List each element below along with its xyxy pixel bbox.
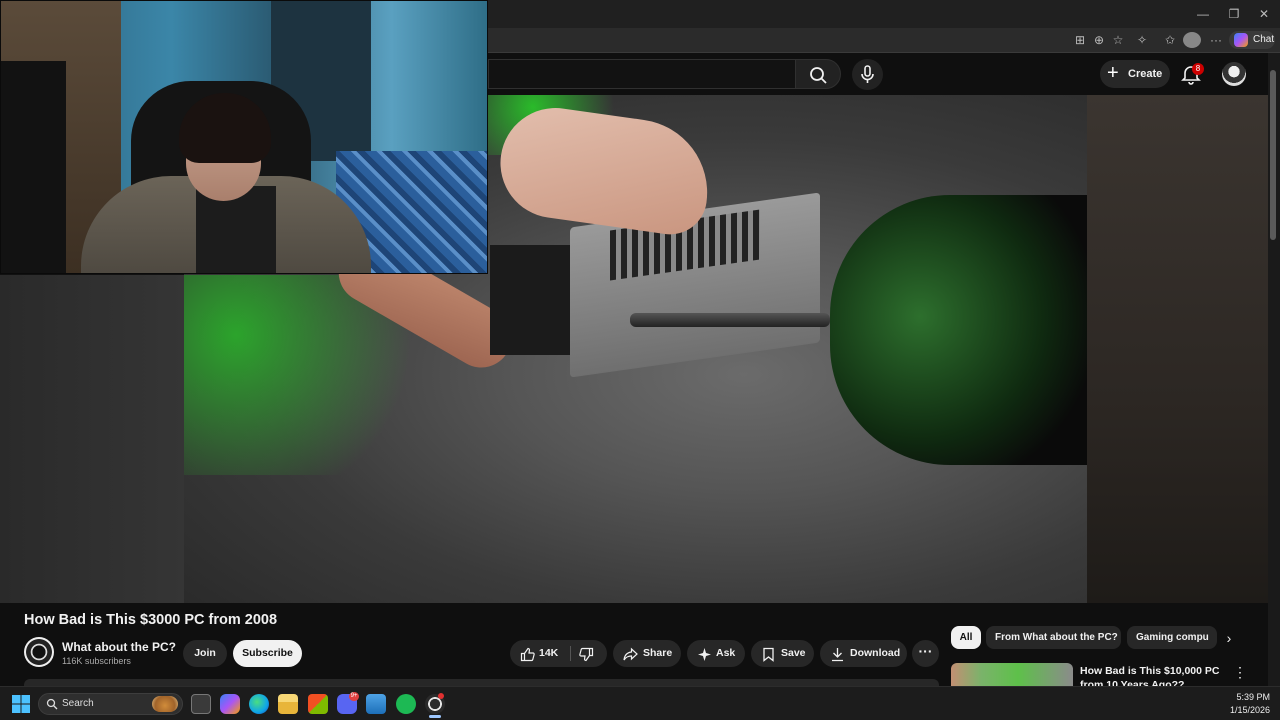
share-button[interactable]: Share: [613, 640, 681, 667]
copilot-icon[interactable]: [220, 694, 240, 714]
microphone-icon: [861, 65, 874, 83]
subscribe-button[interactable]: Subscribe: [233, 640, 302, 667]
copilot-logo-icon: [1234, 33, 1248, 47]
notification-count-badge: 8: [1192, 63, 1204, 75]
minimize-button[interactable]: —: [1188, 5, 1218, 23]
obs-recording-dot: [438, 693, 444, 699]
task-view-icon[interactable]: [191, 694, 211, 714]
plus-icon: +: [1107, 62, 1119, 84]
account-avatar[interactable]: [1222, 62, 1246, 86]
video-gpu-body: [490, 245, 580, 355]
chevron-right-icon[interactable]: ›: [1220, 628, 1238, 648]
sparkle-icon: [697, 646, 712, 661]
windows-logo-icon: [12, 695, 30, 713]
zoom-icon[interactable]: ⊕: [1090, 32, 1108, 48]
thumbs-up-icon: [520, 647, 535, 662]
edge-icon[interactable]: [249, 694, 269, 714]
search-icon: [810, 67, 827, 84]
favorites-icon[interactable]: ✩: [1161, 32, 1179, 48]
chip-gaming-computers[interactable]: Gaming compu: [1127, 626, 1217, 649]
app-available-icon[interactable]: ⊞: [1071, 32, 1089, 48]
subscriber-count: 116K subscribers: [62, 656, 131, 666]
active-app-indicator: [429, 715, 441, 718]
ask-button[interactable]: Ask: [687, 640, 745, 667]
video-drill-bit: [630, 313, 830, 327]
extensions-icon[interactable]: ✧: [1133, 32, 1151, 48]
photos-icon[interactable]: [366, 694, 386, 714]
channel-name[interactable]: What about the PC?: [62, 640, 176, 654]
share-label: Share: [643, 647, 673, 659]
save-button[interactable]: Save: [751, 640, 814, 667]
chip-from-channel[interactable]: From What about the PC?: [986, 626, 1121, 649]
video-blur-right: [1087, 95, 1268, 603]
search-highlight-image: [152, 696, 178, 712]
taskbar-search-icon: [46, 697, 58, 710]
search-input[interactable]: [488, 59, 796, 89]
discord-badge: 9+: [349, 692, 359, 701]
start-button[interactable]: [12, 695, 30, 713]
bookmark-icon: [761, 646, 776, 662]
dislike-button[interactable]: [579, 646, 594, 662]
settings-more-icon[interactable]: ···: [1207, 32, 1225, 48]
video-title: How Bad is This $3000 PC from 2008: [24, 612, 278, 628]
restore-button[interactable]: ❐: [1219, 5, 1249, 23]
recommended-video-menu-icon[interactable]: ⋮: [1233, 664, 1247, 682]
clock-time[interactable]: 5:39 PM: [1220, 692, 1270, 702]
webcam-speaker: [1, 61, 66, 273]
share-arrow-icon: [623, 646, 638, 661]
profile-icon[interactable]: [1183, 32, 1201, 48]
webcam-overlay: [0, 0, 488, 274]
chip-all[interactable]: All: [951, 626, 981, 649]
like-dislike-group: 14K: [510, 640, 607, 667]
video-drill: [830, 195, 1087, 465]
recommended-video-thumbnail[interactable]: [951, 663, 1073, 687]
channel-avatar[interactable]: [24, 637, 54, 667]
favorite-star-icon[interactable]: ☆: [1109, 32, 1127, 48]
thumbs-down-icon: [579, 647, 594, 662]
file-explorer-icon[interactable]: [278, 694, 298, 714]
spotify-icon[interactable]: [396, 694, 416, 714]
store-icon[interactable]: [308, 694, 328, 714]
like-divider: [570, 646, 571, 661]
scrollbar-thumb[interactable]: [1270, 70, 1276, 240]
save-label: Save: [781, 647, 806, 659]
voice-search-button[interactable]: [852, 59, 883, 90]
like-button[interactable]: [520, 646, 535, 662]
download-icon: [830, 646, 845, 662]
search-button[interactable]: [795, 59, 841, 89]
download-button[interactable]: Download: [820, 640, 907, 667]
download-label: Download: [850, 647, 901, 659]
clock-date[interactable]: 1/15/2026: [1220, 705, 1270, 715]
like-count: 14K: [539, 647, 559, 659]
ask-label: Ask: [716, 647, 736, 659]
close-window-button[interactable]: ✕: [1249, 5, 1279, 23]
more-actions-button[interactable]: ···: [912, 640, 939, 667]
video-blur-left: [0, 275, 184, 603]
join-button[interactable]: Join: [183, 640, 227, 667]
webcam-person-shirt: [196, 186, 276, 273]
taskbar-search-label: Search: [62, 698, 94, 709]
